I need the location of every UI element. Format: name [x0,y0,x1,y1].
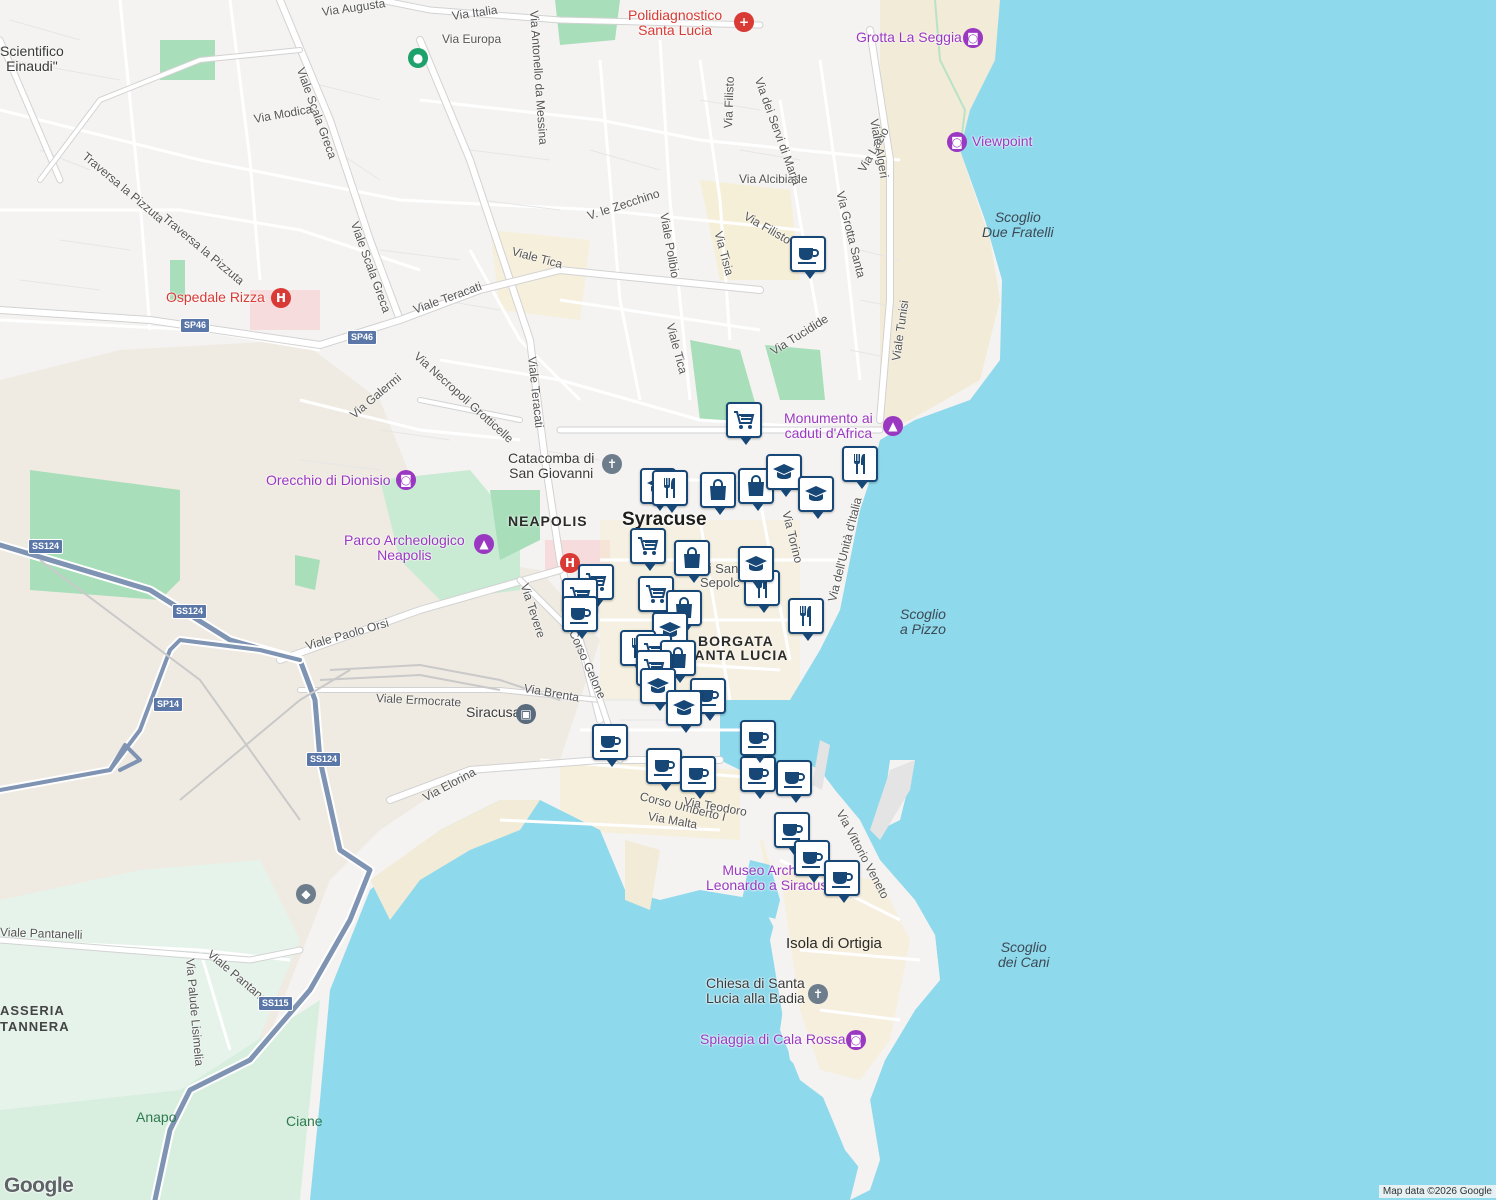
coffee-marker[interactable] [562,596,598,639]
coffee-marker[interactable] [646,748,682,791]
coffee-marker[interactable] [824,860,860,903]
water-label: Scoglio dei Cani [998,939,1050,971]
road-shield: SS124 [172,604,208,619]
map-attribution[interactable]: Map data ©2026 Google [1378,1185,1496,1198]
camera-icon[interactable]: ◙ [947,132,967,152]
coffee-icon [800,846,824,870]
shopping-cart-icon [636,534,660,558]
river-label: Anapo [136,1109,177,1125]
restaurant-icon [848,452,872,476]
poi-label-chiesa[interactable]: Chiesa di Santa Lucia alla Badia [706,975,805,1007]
education-icon [804,482,828,506]
shopping-cart-marker[interactable] [726,402,762,445]
coffee-marker[interactable] [740,720,776,763]
coffee-marker[interactable] [790,236,826,279]
education-icon [744,552,768,576]
google-logo: Google [4,1174,74,1197]
shopping-cart-icon [732,408,756,432]
river-label: Ciane [286,1113,323,1129]
poi-label-catacomba[interactable]: Catacomba di San Giovanni [508,450,594,482]
road-shield: SP46 [347,330,378,345]
area-label: TANNERA [0,1019,70,1034]
restaurant-marker[interactable] [652,470,688,513]
camera-icon[interactable]: ◙ [846,1030,866,1050]
district-label: SANTA LUCIA [684,647,789,663]
hospital-icon[interactable]: H [560,553,580,573]
education-marker[interactable] [738,546,774,589]
poi-label-orecchio[interactable]: Orecchio di Dionisio [266,472,391,488]
poi-label-scientifico[interactable]: Scientifico Einaudi" [0,43,64,75]
road-shield: SP14 [153,697,184,712]
district-label: NEAPOLIS [508,513,588,529]
poi-label-grotta[interactable]: Grotta La Seggia [856,29,962,45]
transit-icon[interactable]: ● [408,48,428,68]
education-marker[interactable] [666,690,702,733]
island-label: Isola di Ortigia [786,935,882,952]
shopping-cart-icon [644,582,668,606]
coffee-icon [796,242,820,266]
water-label: Scoglio Due Fratelli [982,209,1054,241]
water-label: Scoglio a Pizzo [900,606,946,638]
medical-icon[interactable]: + [734,12,754,32]
street-label: Viale Pantanelli [0,925,83,942]
street-label: Via Filisto [721,76,737,129]
church-icon[interactable]: ✝ [602,454,622,474]
coffee-icon [598,730,622,754]
restaurant-icon [794,604,818,628]
road-shield: SP46 [180,318,211,333]
shopping-bag-marker[interactable] [674,540,710,583]
poi-label-ospedale[interactable]: Ospedale Rizza [166,289,265,305]
poi-label-monumento[interactable]: Monumento ai caduti d'Africa [784,410,873,442]
poi-label-polidiagnostico[interactable]: Polidiagnostico Santa Lucia [628,7,722,39]
restaurant-icon [658,476,682,500]
poi-label-station[interactable]: Siracusa [466,704,520,720]
coffee-icon [746,726,770,750]
coffee-marker[interactable] [776,760,812,803]
road-shield: SS124 [306,752,342,767]
coffee-marker[interactable] [680,756,716,799]
poi-label-viewpoint[interactable]: Viewpoint [972,133,1032,149]
poi-label-parco[interactable]: Parco Archeologico Neapolis [344,532,465,564]
camera-icon[interactable]: ◙ [396,470,416,490]
education-icon [772,460,796,484]
shopping-cart-marker[interactable] [630,528,666,571]
shopping-bag-icon [744,474,768,498]
hospital-icon[interactable]: H [271,288,291,308]
road-shield: SS115 [258,996,293,1011]
restaurant-marker[interactable] [842,446,878,489]
shopping-bag-marker[interactable] [700,472,736,515]
school-icon[interactable]: ◆ [296,884,316,904]
coffee-icon [780,818,804,842]
poi-label-spiaggia[interactable]: Spiaggia di Cala Rossa [700,1031,846,1047]
coffee-marker[interactable] [592,724,628,767]
monument-icon[interactable]: ▲ [883,416,903,436]
camera-icon[interactable]: ◙ [963,28,983,48]
coffee-icon [746,762,770,786]
coffee-icon [686,762,710,786]
street-label: Via Europa [442,32,502,46]
area-label: ASSERIA [0,1003,65,1018]
education-marker[interactable] [766,454,802,497]
restaurant-marker[interactable] [788,598,824,641]
coffee-icon [782,766,806,790]
road-shield: SS124 [28,539,64,554]
coffee-icon [568,602,592,626]
coffee-icon [830,866,854,890]
train-icon[interactable]: ▣ [516,704,536,724]
monument-icon[interactable]: ▲ [474,534,494,554]
education-icon [672,696,696,720]
coffee-icon [652,754,676,778]
map-canvas[interactable]: Via Augusta Via Italia Via Europa Via An… [0,0,1496,1200]
church-icon[interactable]: ✝ [808,984,828,1004]
education-marker[interactable] [798,476,834,519]
shopping-bag-icon [680,546,704,570]
shopping-bag-icon [706,478,730,502]
